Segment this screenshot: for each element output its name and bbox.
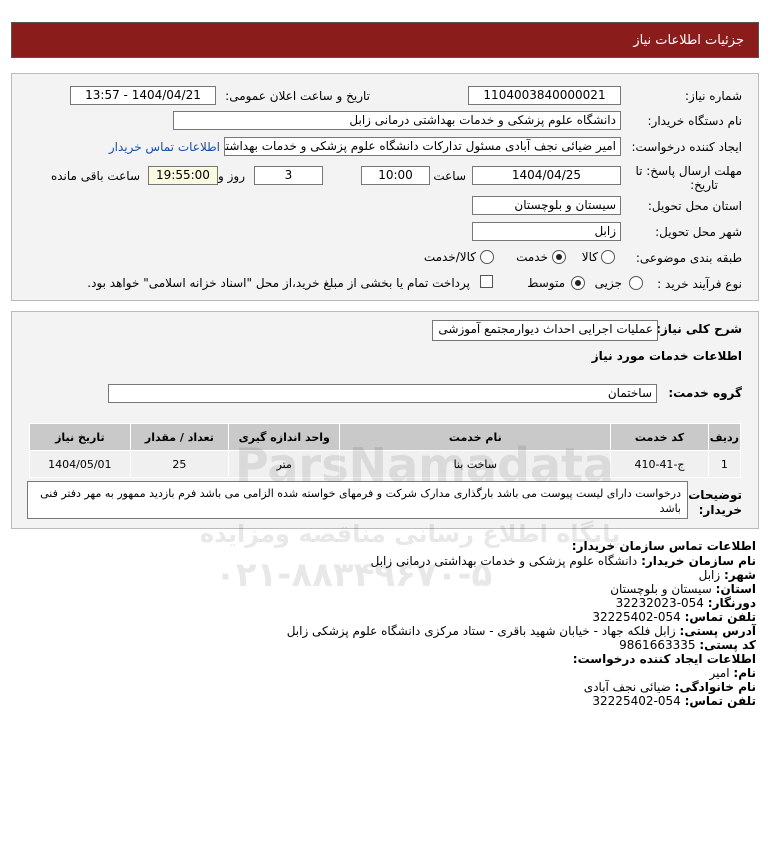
notes-label-buyer: خریدار: [698,503,742,517]
buyer-province-value: سیستان و بلوچستان [610,582,712,596]
process-radio-minor[interactable] [629,276,643,290]
creator-name-row: نام: امیر [710,666,756,680]
deadline-label-date: تاریخ: [690,178,718,192]
buyer-city-label: شهر: [724,568,756,582]
creator-contact-title: اطلاعات ایجاد کننده درخواست: [572,652,756,666]
col-header-code: کد خدمت [610,423,709,451]
buyer-postal-label: کد پستی: [699,638,756,652]
summary-label: شرح کلی نیاز: [656,322,742,336]
deadline-time-label: ساعت [433,169,466,183]
cell-row: 1 [707,450,742,478]
buyer-phone-row: تلفن تماس: 054-32225402 [592,610,756,624]
category-goods-label: کالا [581,250,598,264]
buyer-contact-link[interactable]: اطلاعات تماس خریدار [109,140,220,154]
city-field: زابل [472,222,621,241]
process-medium-label: متوسط [527,276,565,290]
category-radio-goods[interactable] [601,250,615,264]
creator-name-value: امیر [709,666,730,680]
deadline-date-field: 1404/04/25 [472,166,621,185]
buyer-phone-value: 054-32225402 [592,610,681,624]
cell-quantity: 25 [129,450,230,478]
treasury-payment-text: پرداخت تمام یا بخشی از مبلغ خرید،از محل … [87,276,470,290]
buyer-fax-row: دورنگار: 054-32232023 [616,596,756,610]
buyer-fax-label: دورنگار: [707,596,756,610]
need-number-label: شماره نیاز: [685,89,742,103]
deadline-time-field: 10:00 [361,166,430,185]
buyer-postal-value: 9861663335 [619,638,696,652]
service-group-field: ساختمان [108,384,657,403]
service-group-label: گروه خدمت: [668,386,742,400]
col-header-quantity: تعداد / مقدار [129,423,230,451]
creator-phone-label: تلفن تماس: [684,694,756,708]
buyer-province-label: استان: [715,582,756,596]
buyer-city-value: زابل [698,568,721,582]
creator-phone-row: تلفن تماس: 054-32225402 [592,694,756,708]
deadline-label: مهلت ارسال پاسخ: تا [635,164,742,178]
creator-label: ایجاد کننده درخواست: [631,140,742,154]
need-number-field: 1104003840000021 [468,86,621,105]
creator-field: امیر ضیائی نجف آبادی مسئول تدارکات دانشگ… [224,137,621,156]
announce-label: تاریخ و ساعت اعلان عمومی: [225,89,370,103]
creator-family-row: نام خانوادگی: ضیائی نجف آبادی [584,680,756,694]
days-label: روز و [218,169,245,183]
buyer-org-label: نام دستگاه خریدار: [647,114,743,128]
city-label: شهر محل تحویل: [655,225,742,239]
buyer-address-row: آدرس پستی: زابل فلکه جهاد - خیابان شهید … [287,624,756,638]
creator-name-label: نام: [733,666,756,680]
remaining-time-field: 19:55:00 [148,166,218,185]
category-goods-service-label: کالا/خدمت [423,250,476,264]
watermark-brand: ParsNamadata [235,438,615,492]
creator-family-value: ضیائی نجف آبادی [583,680,671,694]
watermark-phone: ۰۲۱-۸۸۳۴۹۶۷۰-۵ [215,555,493,595]
cell-code: ج-41-410 [610,450,709,478]
summary-field: عملیات اجرایی احداث دیوارمجتمع آموزشی [432,320,658,341]
page-header: جزئیات اطلاعات نیاز [11,22,759,58]
days-field: 3 [254,166,323,185]
page-title: جزئیات اطلاعات نیاز [633,33,744,48]
creator-family-label: نام خانوادگی: [674,680,756,694]
creator-phone-value: 054-32225402 [592,694,681,708]
buyer-org-info-label: نام سازمان خریدار: [641,554,756,568]
notes-label: توضیحات [688,488,742,502]
cell-date: 1404/05/01 [29,450,131,478]
category-service-label: خدمت [516,250,548,264]
buyer-address-value: زابل فلکه جهاد - خیابان شهید باقری - ستا… [286,624,676,638]
treasury-payment-checkbox[interactable] [480,275,493,288]
buyer-phone-label: تلفن تماس: [684,610,756,624]
province-field: سیستان و بلوچستان [472,196,621,215]
need-info-panel [11,73,759,301]
category-label: طبقه بندی موضوعی: [635,251,742,265]
services-title: اطلاعات خدمات مورد نیاز [591,349,742,363]
buyer-postal-row: کد پستی: 9861663335 [619,638,756,652]
watermark-line: پایگاه اطلاع رسانی مناقصه ومزایده [200,520,621,548]
remaining-label: ساعت باقی مانده [50,169,140,183]
buyer-city-row: شهر: زابل [699,568,756,582]
announce-field: 1404/04/21 - 13:57 [70,86,216,105]
process-label: نوع فرآیند خرید : [657,277,742,291]
buyer-province-row: استان: سیستان و بلوچستان [610,582,756,596]
process-radio-medium[interactable] [571,276,585,290]
process-minor-label: جزیی [594,276,622,290]
province-label: استان محل تحویل: [647,199,742,213]
category-radio-service[interactable] [552,250,566,264]
col-header-row: ردیف [707,423,742,451]
buyer-org-field: دانشگاه علوم پزشکی و خدمات بهداشتی درمان… [173,111,621,130]
buyer-fax-value: 054-32232023 [615,596,704,610]
category-radio-goods-service[interactable] [480,250,494,264]
col-header-date: تاریخ نیاز [29,423,131,451]
buyer-address-label: آدرس پستی: [679,624,756,638]
